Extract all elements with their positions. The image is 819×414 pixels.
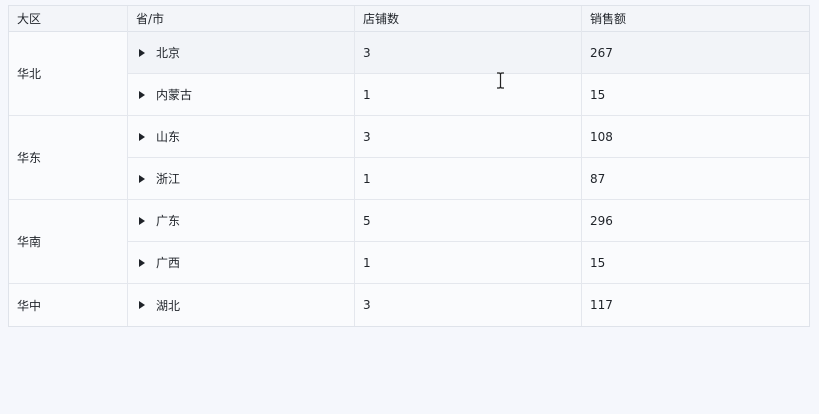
sales-cell: 15: [582, 242, 809, 284]
sales-cell: 87: [582, 158, 809, 200]
province-cell[interactable]: 湖北: [128, 284, 355, 326]
province-cell[interactable]: 广东: [128, 200, 355, 242]
region-cell: 华南: [9, 200, 128, 284]
sales-cell: 267: [582, 32, 809, 74]
province-label: 北京: [156, 46, 181, 60]
sales-cell: 117: [590, 298, 613, 312]
caret-right-icon[interactable]: [139, 216, 145, 225]
province-cell[interactable]: 北京: [128, 32, 355, 74]
province-cell[interactable]: 广西: [128, 242, 355, 284]
header-store-count[interactable]: 店铺数: [355, 6, 582, 32]
caret-right-icon[interactable]: [139, 301, 145, 309]
sales-cell: 15: [582, 74, 809, 116]
region-cell: 华中: [9, 284, 128, 326]
province-label: 广东: [156, 214, 181, 228]
province-label: 内蒙古: [156, 88, 193, 102]
header-sales[interactable]: 销售额: [582, 6, 809, 32]
province-label: 浙江: [156, 172, 181, 186]
header-region[interactable]: 大区: [9, 6, 128, 32]
province-label: 湖北: [156, 298, 181, 313]
caret-right-icon[interactable]: [139, 258, 145, 267]
store-count-cell: 3: [355, 32, 582, 74]
sales-cell: 108: [582, 116, 809, 158]
sales-cell: 296: [582, 200, 809, 242]
caret-right-icon[interactable]: [139, 132, 145, 141]
text-cursor-icon: [497, 72, 504, 89]
store-count-cell: 3: [363, 298, 371, 312]
caret-right-icon[interactable]: [139, 48, 145, 57]
province-cell[interactable]: 山东: [128, 116, 355, 158]
region-cell: 华北: [9, 32, 128, 116]
province-label: 广西: [156, 256, 181, 270]
province-label: 山东: [156, 130, 181, 144]
store-count-cell: 1: [355, 74, 582, 116]
column-divider[interactable]: [127, 6, 128, 326]
store-count-cell: 1: [355, 158, 582, 200]
column-divider[interactable]: [581, 6, 582, 326]
region-cell: 华东: [9, 116, 128, 200]
province-cell[interactable]: 浙江: [128, 158, 355, 200]
province-cell[interactable]: 内蒙古: [128, 74, 355, 116]
store-count-cell: 1: [355, 242, 582, 284]
store-count-cell: 5: [355, 200, 582, 242]
caret-right-icon[interactable]: [139, 174, 145, 183]
caret-right-icon[interactable]: [139, 90, 145, 99]
header-province[interactable]: 省/市: [128, 6, 355, 32]
pivot-table: 大区 省/市 店铺数 销售额 华北 北京 3 267 内蒙古 1 15 华东 山…: [8, 5, 810, 327]
store-count-cell: 3: [355, 116, 582, 158]
column-divider[interactable]: [354, 6, 355, 326]
